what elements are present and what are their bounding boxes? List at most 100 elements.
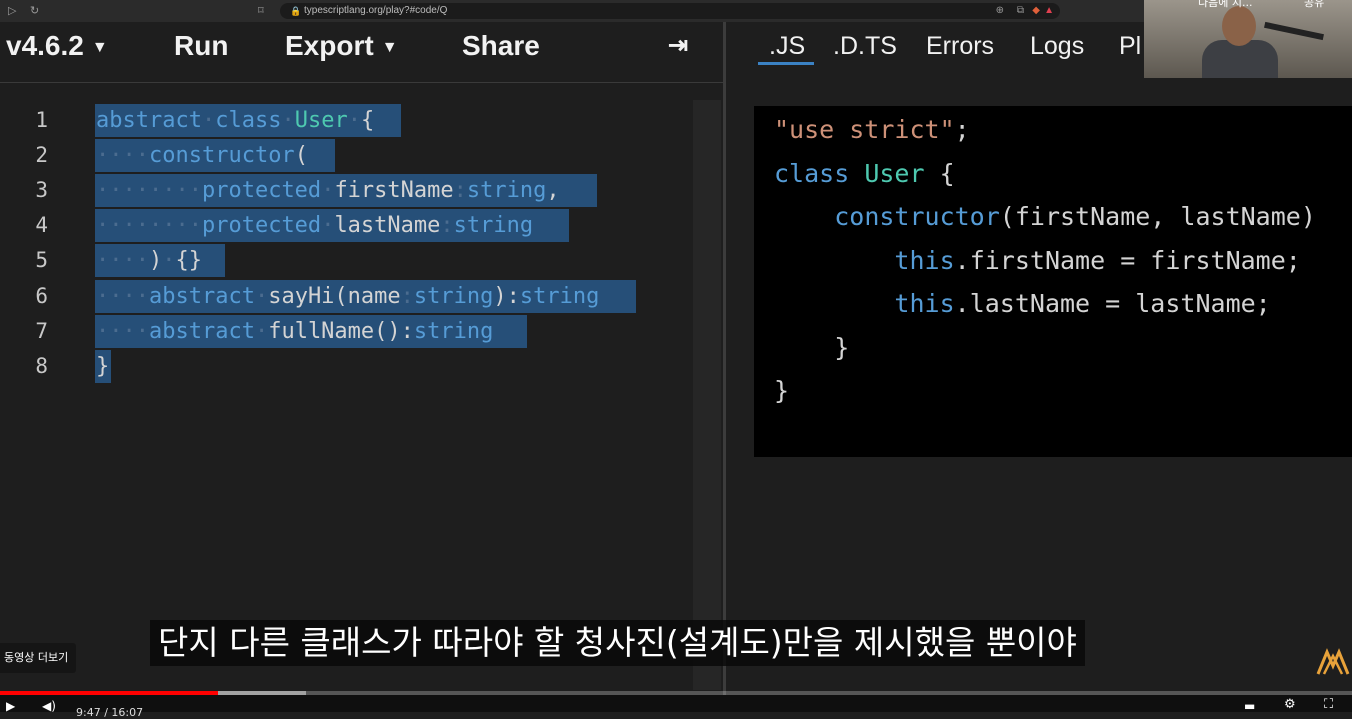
code-token: ·: [321, 213, 335, 238]
bookmark-icon[interactable]: ⌑: [258, 3, 264, 19]
code-line: ····abstract·fullName():string: [96, 314, 493, 349]
address-bar[interactable]: 🔒 typescriptlang.org/play?#code/Q ⊕ ⧉ ◆ …: [280, 3, 1060, 19]
output-line: this.lastName = lastName;: [774, 282, 1271, 326]
code-token: User: [864, 159, 925, 188]
brave-rewards-icon[interactable]: ▲: [1044, 3, 1054, 19]
arrow-to-right-icon[interactable]: ⇥: [668, 22, 688, 70]
channel-logo-icon[interactable]: [1316, 646, 1350, 676]
line-number: 5: [35, 248, 48, 272]
code-token: protected: [201, 178, 322, 203]
code-token: .firstName = firstName;: [954, 246, 1301, 275]
code-token: ):: [493, 284, 520, 309]
code-token: ): [148, 248, 163, 273]
subtitles-icon[interactable]: ▬: [1244, 699, 1255, 713]
export-label: Export: [285, 30, 374, 61]
code-token: constructor: [148, 143, 295, 168]
line-number: 6: [35, 284, 48, 308]
share-page-icon[interactable]: ⧉: [1017, 3, 1024, 19]
code-token: abstract: [148, 284, 255, 309]
code-token: string: [519, 284, 600, 309]
url-text: typescriptlang.org/play?#code/Q: [304, 5, 448, 16]
output-line: class User {: [774, 152, 955, 196]
play-icon[interactable]: ▶: [6, 699, 15, 713]
code-token: ·: [201, 108, 216, 133]
code-token: .lastName = lastName;: [954, 289, 1271, 318]
line-number: 2: [35, 143, 48, 167]
code-token: ·: [254, 319, 269, 344]
output-line: }: [774, 326, 849, 370]
code-token: sayHi(name: [268, 284, 401, 309]
code-token: ·: [281, 108, 295, 133]
code-token: string: [413, 284, 494, 309]
time-display: 9:47 / 16:07: [76, 706, 144, 719]
code-line: ········protected·lastName:string: [96, 208, 533, 243]
tab-dts[interactable]: .D.TS: [833, 22, 897, 70]
code-token: (firstName, lastName): [999, 202, 1316, 231]
line-number: 3: [35, 178, 48, 202]
caret-down-icon: ▼: [381, 38, 398, 56]
fullscreen-icon[interactable]: ⛶: [1324, 697, 1333, 712]
code-token: ·: [321, 178, 335, 203]
code-token: abstract: [96, 108, 202, 133]
editor-scrollbar[interactable]: [693, 100, 721, 690]
share-button[interactable]: Share: [462, 22, 540, 70]
code-token: protected: [201, 213, 322, 238]
code-token: abstract: [148, 319, 255, 344]
export-dropdown[interactable]: Export ▼: [285, 22, 398, 70]
forward-icon[interactable]: ▷: [8, 3, 16, 19]
reload-icon[interactable]: ↻: [30, 3, 39, 19]
more-videos-button[interactable]: 동영상 더보기: [0, 643, 77, 673]
code-token: :: [400, 284, 414, 309]
webcam-overlay-text: 다음에 지...: [1198, 0, 1253, 9]
video-subtitle: 단지 다른 클래스가 따라야 할 청사진(설계도)만을 제시했을 뿐이야: [150, 620, 1085, 666]
code-token: this: [894, 246, 955, 275]
tab-logs[interactable]: Logs: [1030, 22, 1084, 70]
settings-gear-icon[interactable]: ⚙: [1284, 697, 1296, 712]
code-token: }: [774, 333, 850, 362]
version-dropdown[interactable]: v4.6.2 ▼: [6, 22, 108, 70]
code-token: {}: [175, 248, 202, 273]
zoom-icon[interactable]: ⊕: [996, 3, 1004, 19]
code-token: }: [774, 376, 790, 405]
code-token: fullName():: [268, 319, 414, 344]
line-number: 7: [35, 319, 48, 343]
version-label: v4.6.2: [6, 30, 84, 61]
code-token: {: [360, 108, 375, 133]
code-token: ········: [96, 213, 202, 238]
player-controls: ▶ ◀) ▬ ⚙ ⛶: [0, 695, 1352, 713]
share-label: Share: [462, 30, 540, 61]
code-token: ·: [162, 248, 176, 273]
code-token: {: [924, 159, 955, 188]
output-line: this.firstName = firstName;: [774, 239, 1301, 283]
tab-plugins[interactable]: Pl: [1119, 22, 1141, 70]
webcam-feed: 다음에 지... 공유: [1144, 0, 1352, 78]
volume-icon[interactable]: ◀): [42, 699, 56, 713]
code-token: }: [96, 354, 110, 379]
output-line: }: [774, 369, 789, 413]
code-token: ····: [96, 143, 149, 168]
webcam-overlay-text-right: 공유: [1304, 0, 1325, 9]
code-token: class: [215, 108, 282, 133]
presenter-head: [1222, 6, 1256, 46]
tab-errors[interactable]: Errors: [926, 22, 994, 70]
code-token: ;: [954, 115, 970, 144]
pane-divider[interactable]: [723, 22, 726, 712]
code-token: ····: [96, 248, 149, 273]
output-line: "use strict";: [774, 108, 970, 152]
code-token: ,: [546, 178, 560, 203]
code-token: (: [294, 143, 308, 168]
brave-shield-icon[interactable]: ◆: [1032, 3, 1040, 19]
code-token: ·: [254, 284, 269, 309]
code-token: "use strict": [774, 115, 955, 144]
run-button[interactable]: Run: [174, 22, 228, 70]
code-token: :: [453, 178, 467, 203]
code-token: :: [440, 213, 454, 238]
code-token: string: [453, 213, 534, 238]
code-token: firstName: [334, 178, 454, 203]
code-editor[interactable]: 1 2 3 4 5 6 7 8 abstract·class·User·{ ··…: [0, 100, 693, 690]
line-number: 4: [35, 213, 48, 237]
